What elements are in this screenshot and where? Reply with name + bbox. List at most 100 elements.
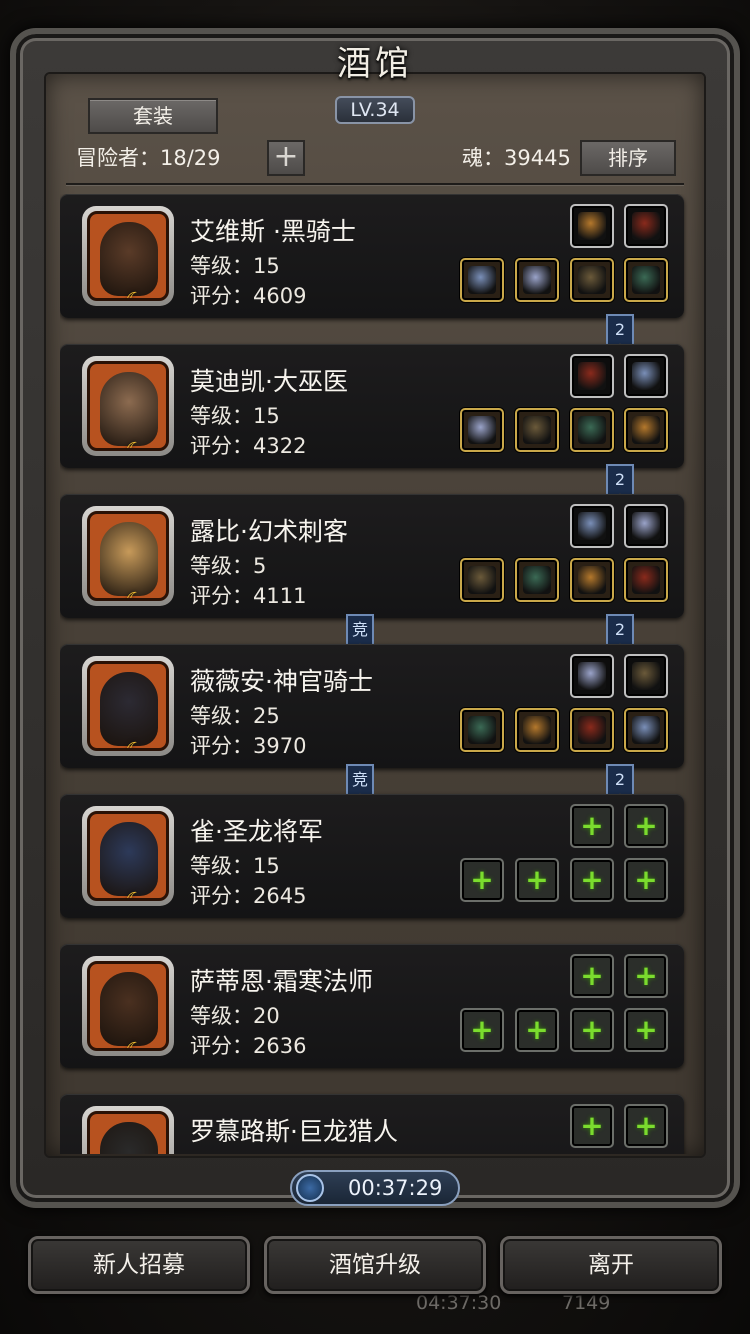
equipment-slot[interactable] xyxy=(515,258,559,302)
timer-bar: 00:37:29 xyxy=(290,1170,460,1206)
equipment-slot[interactable] xyxy=(570,654,614,698)
sort-button[interactable]: 排序 xyxy=(580,140,676,176)
hero-portrait[interactable]: ☾ xyxy=(82,206,174,306)
add-equipment-icon: + xyxy=(634,1109,658,1142)
equipment-slot[interactable] xyxy=(624,204,668,248)
hero-face-icon xyxy=(100,372,158,446)
equipment-slot[interactable] xyxy=(570,558,614,602)
hero-portrait[interactable]: ☾ xyxy=(82,1106,174,1154)
empty-equipment-slot[interactable]: + xyxy=(460,858,504,902)
add-equipment-icon: + xyxy=(580,959,604,992)
add-equipment-icon: + xyxy=(634,809,658,842)
equipment-slot[interactable] xyxy=(515,708,559,752)
hero-name: 薇薇安·神官骑士 xyxy=(190,667,373,696)
empty-equipment-slot[interactable]: + xyxy=(624,1008,668,1052)
equipment-item-icon xyxy=(632,662,660,690)
empty-equipment-slot[interactable]: + xyxy=(570,1104,614,1148)
hero-card[interactable]: ☾ 莫迪凯·大巫医等级：15 评分：4322 xyxy=(60,344,684,468)
hero-level: 等级：15 xyxy=(190,404,280,428)
crescent-moon-icon: ☾ xyxy=(122,291,148,299)
hero-face-icon xyxy=(100,522,158,596)
equipment-item-icon xyxy=(578,512,606,540)
crescent-moon-icon: ☾ xyxy=(122,741,148,749)
hero-card[interactable]: ☾ 艾维斯 ·黑骑士等级：15 评分：4609 xyxy=(60,194,684,318)
hero-portrait[interactable]: ☾ xyxy=(82,506,174,606)
hero-level: 等级：15 xyxy=(190,854,280,878)
equipment-slot[interactable] xyxy=(570,408,614,452)
equipment-item-icon xyxy=(632,416,660,444)
recruit-button[interactable]: 新人招募 xyxy=(28,1236,250,1294)
hero-portrait[interactable]: ☾ xyxy=(82,356,174,456)
empty-equipment-slot[interactable]: + xyxy=(570,954,614,998)
empty-equipment-slot[interactable]: + xyxy=(624,954,668,998)
equipment-slot[interactable] xyxy=(460,408,504,452)
equipment-item-icon xyxy=(632,212,660,240)
equipment-item-icon xyxy=(468,566,496,594)
empty-equipment-slot[interactable]: + xyxy=(460,1008,504,1052)
set-button[interactable]: 套装 xyxy=(88,98,218,134)
add-equipment-icon: + xyxy=(580,1013,604,1046)
crescent-moon-icon: ☾ xyxy=(122,591,148,599)
hero-level: 等级：25 xyxy=(190,704,280,728)
empty-equipment-slot[interactable]: + xyxy=(570,804,614,848)
hero-level: 等级：20 xyxy=(190,1004,280,1028)
portrait-frame: ☾ xyxy=(87,661,169,751)
empty-equipment-slot[interactable]: + xyxy=(515,858,559,902)
leave-button[interactable]: 离开 xyxy=(500,1236,722,1294)
empty-equipment-slot[interactable]: + xyxy=(624,1104,668,1148)
add-equipment-icon: + xyxy=(634,959,658,992)
hero-portrait[interactable]: ☾ xyxy=(82,956,174,1056)
hero-card[interactable]: ☾ 罗慕路斯·巨龙猎人 + + xyxy=(60,1094,684,1154)
equipment-slot[interactable] xyxy=(570,258,614,302)
hero-card[interactable]: ☾ 薇薇安·神官骑士等级：25 评分：3970 xyxy=(60,644,684,768)
empty-equipment-slot[interactable]: + xyxy=(624,858,668,902)
equipment-slot[interactable] xyxy=(624,258,668,302)
equipment-slot[interactable] xyxy=(624,504,668,548)
hero-card[interactable]: ☾ 露比·幻术刺客等级：5 评分：4111 xyxy=(60,494,684,618)
add-adventurer-slot-button[interactable]: + xyxy=(267,140,305,176)
add-equipment-icon: + xyxy=(634,863,658,896)
equipment-item-icon xyxy=(578,266,606,294)
hero-score: 评分：4322 xyxy=(190,434,307,458)
empty-equipment-slot[interactable]: + xyxy=(570,1008,614,1052)
hero-portrait[interactable]: ☾ xyxy=(82,656,174,756)
equipment-slot[interactable] xyxy=(570,504,614,548)
empty-equipment-slot[interactable]: + xyxy=(570,858,614,902)
hero-name: 罗慕路斯·巨龙猎人 xyxy=(190,1117,398,1146)
hero-name: 雀·圣龙将军 xyxy=(190,817,323,846)
adventurer-count: 冒险者：18/29 xyxy=(76,146,221,170)
equipment-slot[interactable] xyxy=(570,708,614,752)
hero-face-icon xyxy=(100,822,158,896)
hero-list[interactable]: ☾艾维斯 ·黑骑士等级：15评分：46092☾莫迪凯·大巫医等级：15评分：43… xyxy=(60,194,700,1154)
upgrade-tavern-button[interactable]: 酒馆升级 xyxy=(264,1236,486,1294)
equipment-slot[interactable] xyxy=(624,708,668,752)
hero-card[interactable]: ☾ 萨蒂恩·霜寒法师等级：20 评分：2636 + + + + + + xyxy=(60,944,684,1068)
add-equipment-icon: + xyxy=(580,809,604,842)
add-equipment-icon: + xyxy=(525,1013,549,1046)
empty-equipment-slot[interactable]: + xyxy=(515,1008,559,1052)
equipment-slot[interactable] xyxy=(570,354,614,398)
hero-portrait[interactable]: ☾ xyxy=(82,806,174,906)
equipment-item-icon xyxy=(523,716,551,744)
hero-card[interactable]: ☾ 雀·圣龙将军等级：15 评分：2645 + + + + + + xyxy=(60,794,684,918)
equipment-slot[interactable] xyxy=(460,558,504,602)
equipment-slot[interactable] xyxy=(460,708,504,752)
equipment-slot[interactable] xyxy=(460,258,504,302)
equipment-item-icon xyxy=(632,512,660,540)
hero-score: 评分：4111 xyxy=(190,584,307,608)
empty-equipment-slot[interactable]: + xyxy=(624,804,668,848)
equipment-slot[interactable] xyxy=(624,408,668,452)
equipment-slot[interactable] xyxy=(515,408,559,452)
equipment-item-icon xyxy=(578,716,606,744)
clock-icon xyxy=(296,1174,324,1202)
portrait-frame: ☾ xyxy=(87,961,169,1051)
equipment-slot[interactable] xyxy=(570,204,614,248)
equipment-item-icon xyxy=(578,662,606,690)
equipment-slot[interactable] xyxy=(624,558,668,602)
portrait-frame: ☾ xyxy=(87,511,169,601)
equipment-slot[interactable] xyxy=(624,354,668,398)
equipment-slot[interactable] xyxy=(515,558,559,602)
crescent-moon-icon: ☾ xyxy=(122,891,148,899)
add-equipment-icon: + xyxy=(470,1013,494,1046)
equipment-slot[interactable] xyxy=(624,654,668,698)
